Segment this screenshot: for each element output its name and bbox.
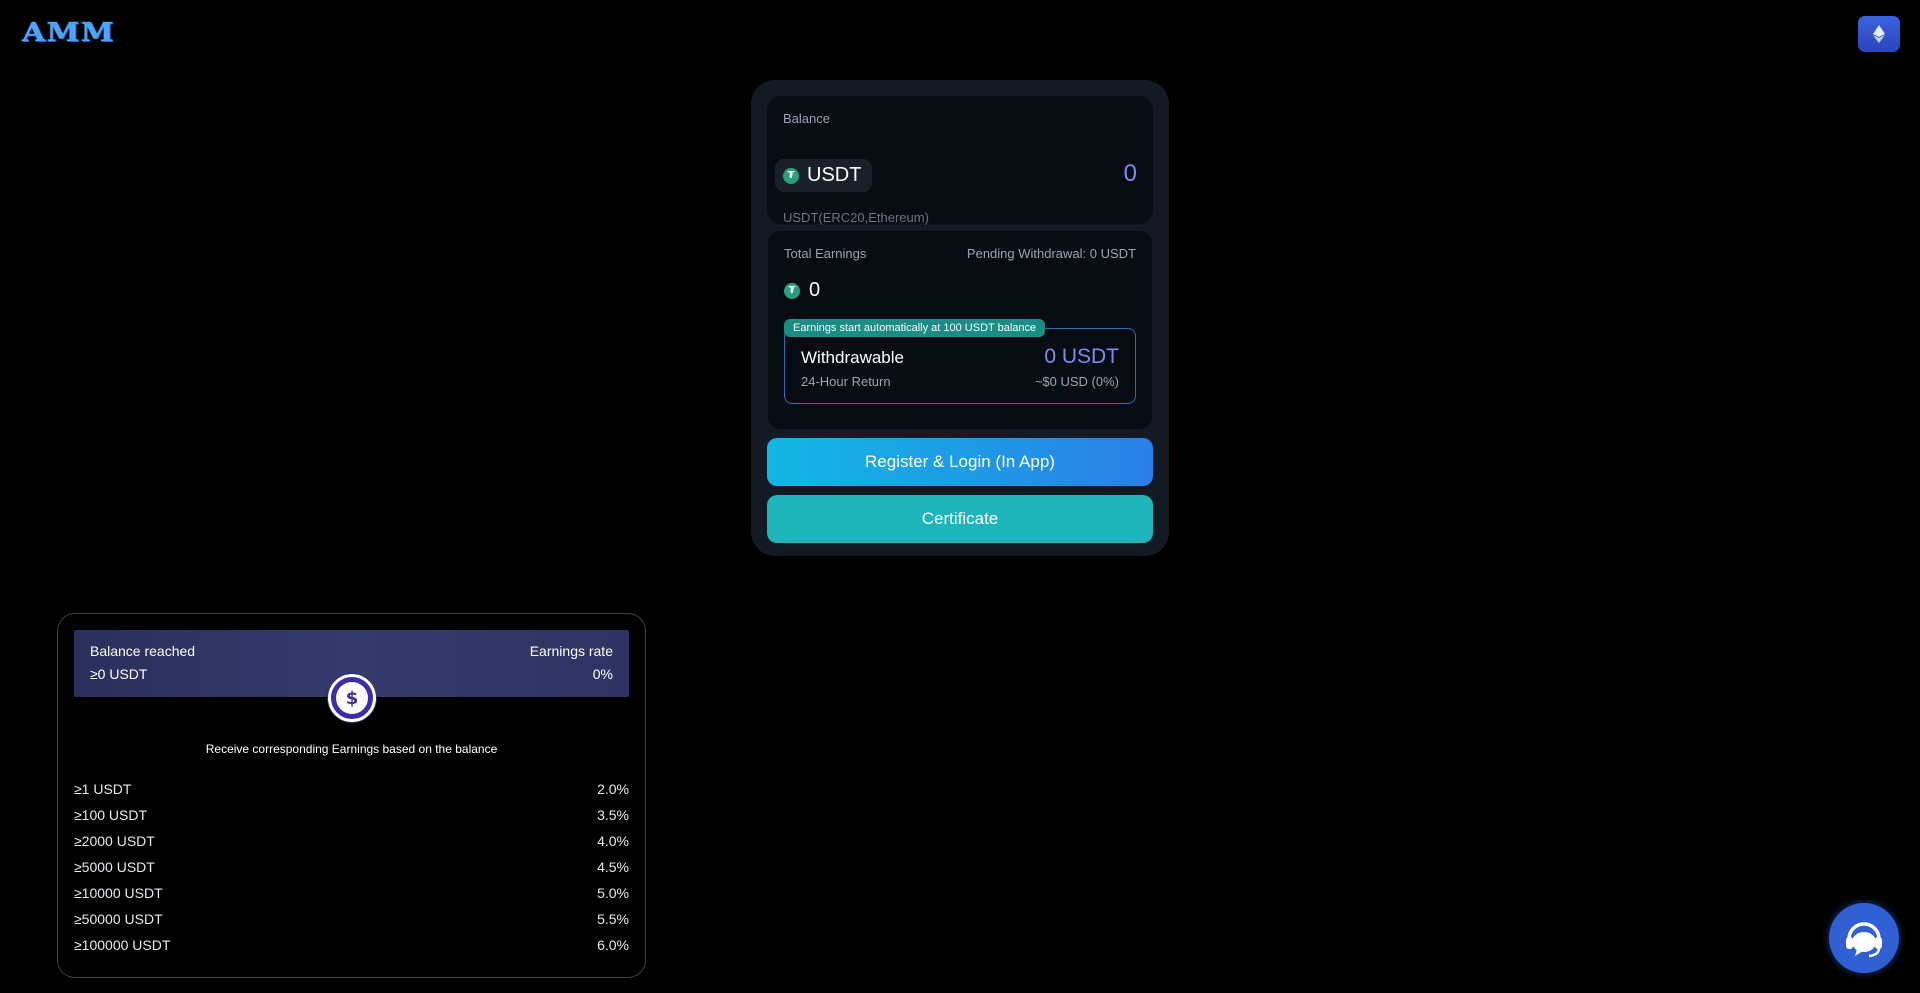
app-logo: AMM	[22, 18, 115, 48]
tier-threshold: ≥5000 USDT	[74, 859, 155, 875]
return-label: 24-Hour Return	[801, 374, 891, 389]
tether-icon: ₮	[784, 282, 800, 299]
certificate-button[interactable]: Certificate	[767, 495, 1153, 543]
tier-rate: 6.0%	[597, 937, 629, 953]
tether-icon: ₮	[783, 167, 799, 184]
tier-rate: 5.0%	[597, 885, 629, 901]
earnings-notice-badge: Earnings start automatically at 100 USDT…	[784, 319, 1046, 337]
token-selector[interactable]: ₮ USDT	[775, 159, 873, 192]
network-label: USDT(ERC20,Ethereum)	[783, 210, 929, 225]
tier-rate: 3.5%	[597, 807, 629, 823]
customer-support-icon	[1846, 922, 1882, 958]
earnings-panel: Total Earnings Pending Withdrawal: 0 USD…	[767, 230, 1153, 430]
earnings-rate-value: 0%	[592, 666, 613, 682]
tier-rate: 2.0%	[597, 781, 629, 797]
ethereum-icon	[1873, 25, 1885, 43]
token-name: USDT	[807, 164, 862, 186]
balance-value: 0	[1123, 160, 1137, 187]
tier-rate: 4.5%	[597, 859, 629, 875]
tier-caption: Receive corresponding Earnings based on …	[205, 742, 498, 756]
total-earnings-value: 0	[809, 279, 821, 301]
tier-row: ≥2000 USDT 4.0%	[74, 828, 629, 854]
customer-support-button[interactable]	[1829, 903, 1899, 973]
earnings-rate-label: Earnings rate	[529, 643, 613, 659]
wallet-card: Balance ₮ USDT 0 USDT(ERC20,Ethereum) To…	[751, 80, 1169, 556]
pending-withdrawal: Pending Withdrawal: 0 USDT	[966, 246, 1136, 261]
withdrawable-label: Withdrawable	[801, 348, 904, 367]
tier-row: ≥5000 USDT 4.5%	[74, 854, 629, 880]
tier-threshold: ≥2000 USDT	[74, 833, 155, 849]
tier-list: ≥1 USDT 2.0% ≥100 USDT 3.5% ≥2000 USDT 4…	[74, 776, 629, 958]
tier-rate: 4.0%	[597, 833, 629, 849]
total-earnings-label: Total Earnings	[784, 246, 867, 261]
return-value: ~$0 USD (0%)	[1034, 374, 1119, 389]
tier-row: ≥1 USDT 2.0%	[74, 776, 629, 802]
tier-row: ≥100 USDT 3.5%	[74, 802, 629, 828]
dollar-coin-icon: $	[328, 674, 376, 722]
tier-threshold: ≥100 USDT	[74, 807, 148, 823]
tier-threshold: ≥10000 USDT	[74, 885, 163, 901]
tier-rate: 5.5%	[597, 911, 629, 927]
tier-threshold: ≥1 USDT	[74, 781, 132, 797]
network-switch-button[interactable]	[1858, 16, 1900, 52]
withdrawable-box: Earnings start automatically at 100 USDT…	[784, 319, 1136, 404]
balance-reached-value: ≥0 USDT	[90, 666, 148, 682]
withdrawable-value: 0 USDT	[1044, 345, 1119, 368]
balance-label: Balance	[783, 111, 830, 126]
tier-row: ≥10000 USDT 5.0%	[74, 880, 629, 906]
earnings-tier-card: Balance reached ≥0 USDT Earnings rate 0%…	[57, 613, 646, 978]
tier-row: ≥100000 USDT 6.0%	[74, 932, 629, 958]
register-login-button[interactable]: Register & Login (In App)	[767, 438, 1153, 486]
total-earnings-row: ₮ 0	[784, 279, 820, 302]
tier-row: ≥50000 USDT 5.5%	[74, 906, 629, 932]
tier-threshold: ≥100000 USDT	[74, 937, 171, 953]
balance-reached-label: Balance reached	[90, 643, 196, 659]
tier-threshold: ≥50000 USDT	[74, 911, 163, 927]
balance-panel: Balance ₮ USDT 0 USDT(ERC20,Ethereum)	[767, 96, 1153, 225]
